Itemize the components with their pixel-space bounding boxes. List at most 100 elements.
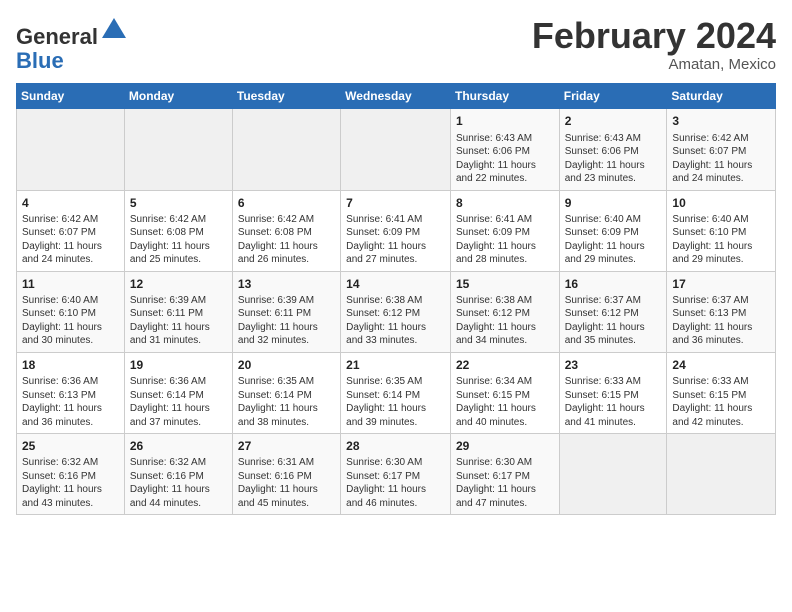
day-info: Sunset: 6:06 PM (565, 145, 662, 159)
weekday-header: Sunday (17, 84, 125, 109)
calendar-cell: 3Sunrise: 6:42 AMSunset: 6:07 PMDaylight… (667, 109, 776, 190)
weekday-header: Monday (124, 84, 232, 109)
calendar-cell: 12Sunrise: 6:39 AMSunset: 6:11 PMDayligh… (124, 271, 232, 352)
day-info: Sunset: 6:14 PM (238, 389, 335, 403)
day-number: 28 (346, 438, 445, 454)
day-info: Sunset: 6:09 PM (456, 226, 554, 240)
calendar-cell: 11 Sunrise: 6:40 AMSunset: 6:10 PMDayligh… (17, 271, 125, 352)
calendar-cell (232, 109, 340, 190)
weekday-header: Saturday (667, 84, 776, 109)
day-info: Daylight: 11 hours and 25 minutes. (130, 240, 227, 267)
day-info: Sunrise: 6:35 AM (346, 375, 445, 389)
day-number: 5 (130, 195, 227, 211)
day-number: 11 (22, 276, 119, 292)
day-info: Sunset: 6:14 PM (130, 389, 227, 403)
calendar-cell: 22Sunrise: 6:34 AMSunset: 6:15 PMDayligh… (450, 352, 559, 433)
day-info: Sunset: 6:17 PM (456, 470, 554, 484)
calendar-cell: 18 Sunrise: 6:36 AMSunset: 6:13 PMDayligh… (17, 352, 125, 433)
day-info: Daylight: 11 hours and 46 minutes. (346, 483, 445, 510)
day-info: Sunrise: 6:40 AM (565, 213, 662, 227)
day-info: Sunset: 6:10 PM (672, 226, 770, 240)
day-info: Sunset: 6:08 PM (238, 226, 335, 240)
day-info: Sunrise: 6:43 AM (565, 132, 662, 146)
day-info: Sunrise: 6:33 AM (565, 375, 662, 389)
day-info: Sunrise: 6:37 AM (672, 294, 770, 308)
day-info: Daylight: 11 hours and 34 minutes. (456, 321, 554, 348)
calendar-cell: 19Sunrise: 6:36 AMSunset: 6:14 PMDayligh… (124, 352, 232, 433)
day-info: Sunrise: 6:36 AM (22, 375, 119, 389)
title-block: February 2024 Amatan, Mexico (532, 16, 776, 73)
day-info: Sunrise: 6:42 AM (238, 213, 335, 227)
calendar-cell: 6 Sunrise: 6:42 AMSunset: 6:08 PMDaylight… (232, 190, 340, 271)
calendar-cell: 27Sunrise: 6:31 AMSunset: 6:16 PMDayligh… (232, 434, 340, 515)
day-number: 16 (565, 276, 662, 292)
day-info: Sunrise: 6:36 AM (130, 375, 227, 389)
logo-blue: Blue (16, 48, 64, 73)
day-info: Daylight: 11 hours and 36 minutes. (22, 402, 119, 429)
day-number: 18 (22, 357, 119, 373)
day-number: 4 (22, 195, 119, 211)
day-number: 3 (672, 113, 770, 129)
day-number: 6 (238, 195, 335, 211)
calendar-cell: 4Sunrise: 6:42 AMSunset: 6:07 PMDaylight… (17, 190, 125, 271)
day-info: Sunset: 6:11 PM (130, 307, 227, 321)
calendar-subtitle: Amatan, Mexico (532, 56, 776, 73)
day-info: Sunset: 6:11 PM (238, 307, 335, 321)
day-info: Sunset: 6:15 PM (565, 389, 662, 403)
day-number: 12 (130, 276, 227, 292)
calendar-cell: 2 Sunrise: 6:43 AMSunset: 6:06 PMDaylight… (559, 109, 667, 190)
day-info: Sunrise: 6:42 AM (130, 213, 227, 227)
day-info: Sunset: 6:09 PM (346, 226, 445, 240)
day-info: Sunrise: 6:32 AM (22, 456, 119, 470)
day-info: Daylight: 11 hours and 40 minutes. (456, 402, 554, 429)
day-info: Daylight: 11 hours and 38 minutes. (238, 402, 335, 429)
calendar-cell: 24Sunrise: 6:33 AMSunset: 6:15 PMDayligh… (667, 352, 776, 433)
calendar-header: SundayMondayTuesdayWednesdayThursdayFrid… (17, 84, 776, 109)
weekday-header: Thursday (450, 84, 559, 109)
calendar-cell: 10Sunrise: 6:40 AMSunset: 6:10 PMDayligh… (667, 190, 776, 271)
day-info: Daylight: 11 hours and 30 minutes. (22, 321, 119, 348)
calendar-cell: 9Sunrise: 6:40 AMSunset: 6:09 PMDaylight… (559, 190, 667, 271)
day-info: Sunset: 6:09 PM (565, 226, 662, 240)
day-info: Sunrise: 6:30 AM (456, 456, 554, 470)
day-info: Daylight: 11 hours and 23 minutes. (565, 159, 662, 186)
day-info: Daylight: 11 hours and 29 minutes. (565, 240, 662, 267)
day-number: 14 (346, 276, 445, 292)
day-number: 23 (565, 357, 662, 373)
day-info: Sunrise: 6:38 AM (456, 294, 554, 308)
calendar-cell: 17Sunrise: 6:37 AMSunset: 6:13 PMDayligh… (667, 271, 776, 352)
day-info: Daylight: 11 hours and 26 minutes. (238, 240, 335, 267)
day-info: Sunset: 6:17 PM (346, 470, 445, 484)
day-info: Sunrise: 6:42 AM (672, 132, 770, 146)
day-info: Sunset: 6:08 PM (130, 226, 227, 240)
day-number: 2 (565, 113, 662, 129)
day-number: 7 (346, 195, 445, 211)
logo: General Blue (16, 16, 128, 73)
calendar-cell: 23Sunrise: 6:33 AMSunset: 6:15 PMDayligh… (559, 352, 667, 433)
day-info: Sunrise: 6:39 AM (238, 294, 335, 308)
calendar-cell (124, 109, 232, 190)
day-number: 1 (456, 113, 554, 129)
day-info: Daylight: 11 hours and 36 minutes. (672, 321, 770, 348)
logo-icon (100, 16, 128, 44)
day-info: Daylight: 11 hours and 22 minutes. (456, 159, 554, 186)
day-number: 21 (346, 357, 445, 373)
day-info: Daylight: 11 hours and 29 minutes. (672, 240, 770, 267)
day-info: Sunset: 6:10 PM (22, 307, 119, 321)
calendar-cell: 21Sunrise: 6:35 AMSunset: 6:14 PMDayligh… (341, 352, 451, 433)
day-info: Daylight: 11 hours and 27 minutes. (346, 240, 445, 267)
calendar-cell (559, 434, 667, 515)
day-number: 25 (22, 438, 119, 454)
day-info: Sunrise: 6:41 AM (346, 213, 445, 227)
day-info: Daylight: 11 hours and 24 minutes. (22, 240, 119, 267)
day-info: Sunset: 6:13 PM (22, 389, 119, 403)
day-info: Daylight: 11 hours and 28 minutes. (456, 240, 554, 267)
day-info: Sunset: 6:16 PM (22, 470, 119, 484)
day-number: 13 (238, 276, 335, 292)
day-info: Sunrise: 6:40 AM (22, 294, 119, 308)
calendar-cell: 14Sunrise: 6:38 AMSunset: 6:12 PMDayligh… (341, 271, 451, 352)
calendar-cell (667, 434, 776, 515)
day-info: Sunrise: 6:34 AM (456, 375, 554, 389)
calendar-cell: 20Sunrise: 6:35 AMSunset: 6:14 PMDayligh… (232, 352, 340, 433)
calendar-cell: 15Sunrise: 6:38 AMSunset: 6:12 PMDayligh… (450, 271, 559, 352)
